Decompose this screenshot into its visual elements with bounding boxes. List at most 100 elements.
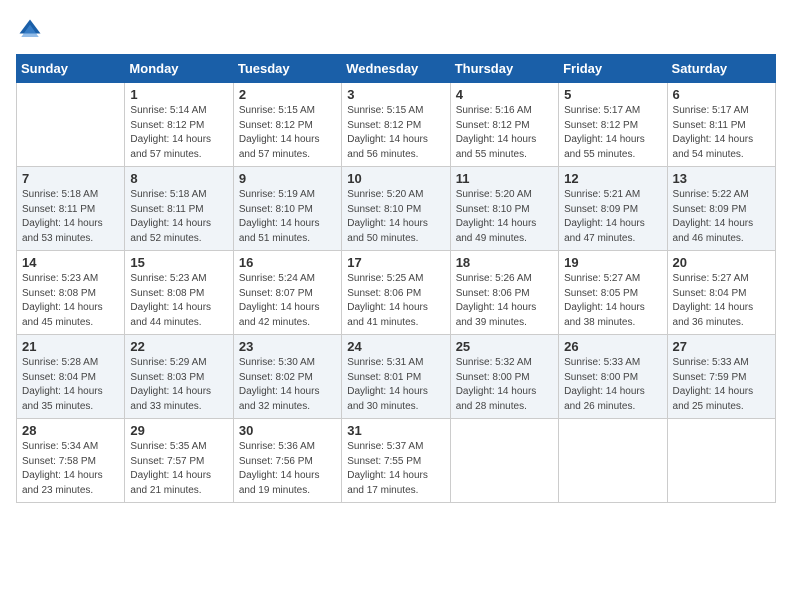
day-info: Sunrise: 5:20 AMSunset: 8:10 PMDaylight:… xyxy=(347,188,444,246)
day-number: 16 xyxy=(239,255,336,270)
day-number: 8 xyxy=(130,171,227,186)
calendar-cell: 4 Sunrise: 5:16 AMSunset: 8:12 PMDaylight… xyxy=(450,83,558,167)
day-number: 7 xyxy=(22,171,119,186)
calendar-week-row-2: 7 Sunrise: 5:18 AMSunset: 8:11 PMDaylight… xyxy=(17,167,776,251)
day-number: 21 xyxy=(22,339,119,354)
day-info: Sunrise: 5:25 AMSunset: 8:06 PMDaylight:… xyxy=(347,272,444,330)
calendar-cell: 23 Sunrise: 5:30 AMSunset: 8:02 PMDayligh… xyxy=(233,335,341,419)
day-info: Sunrise: 5:20 AMSunset: 8:10 PMDaylight:… xyxy=(456,188,553,246)
day-info: Sunrise: 5:36 AMSunset: 7:56 PMDaylight:… xyxy=(239,440,336,498)
calendar-cell: 26 Sunrise: 5:33 AMSunset: 8:00 PMDayligh… xyxy=(559,335,667,419)
day-number: 13 xyxy=(673,171,770,186)
day-number: 30 xyxy=(239,423,336,438)
calendar-cell: 1 Sunrise: 5:14 AMSunset: 8:12 PMDaylight… xyxy=(125,83,233,167)
day-info: Sunrise: 5:26 AMSunset: 8:06 PMDaylight:… xyxy=(456,272,553,330)
day-number: 4 xyxy=(456,87,553,102)
weekday-header-saturday: Saturday xyxy=(667,55,775,83)
day-info: Sunrise: 5:31 AMSunset: 8:01 PMDaylight:… xyxy=(347,356,444,414)
day-info: Sunrise: 5:33 AMSunset: 8:00 PMDaylight:… xyxy=(564,356,661,414)
day-number: 10 xyxy=(347,171,444,186)
calendar-cell: 30 Sunrise: 5:36 AMSunset: 7:56 PMDayligh… xyxy=(233,419,341,503)
day-info: Sunrise: 5:15 AMSunset: 8:12 PMDaylight:… xyxy=(239,104,336,162)
calendar-cell: 11 Sunrise: 5:20 AMSunset: 8:10 PMDayligh… xyxy=(450,167,558,251)
day-number: 23 xyxy=(239,339,336,354)
day-number: 31 xyxy=(347,423,444,438)
day-number: 1 xyxy=(130,87,227,102)
calendar-cell: 24 Sunrise: 5:31 AMSunset: 8:01 PMDayligh… xyxy=(342,335,450,419)
day-info: Sunrise: 5:18 AMSunset: 8:11 PMDaylight:… xyxy=(130,188,227,246)
calendar-cell xyxy=(559,419,667,503)
day-info: Sunrise: 5:15 AMSunset: 8:12 PMDaylight:… xyxy=(347,104,444,162)
logo xyxy=(16,16,48,44)
calendar-cell: 17Sunrise: 5:25 AMSunset: 8:06 PMDayligh… xyxy=(342,251,450,335)
calendar-cell: 9 Sunrise: 5:19 AMSunset: 8:10 PMDaylight… xyxy=(233,167,341,251)
calendar-cell: 8 Sunrise: 5:18 AMSunset: 8:11 PMDaylight… xyxy=(125,167,233,251)
day-info: Sunrise: 5:14 AMSunset: 8:12 PMDaylight:… xyxy=(130,104,227,162)
calendar-cell: 25Sunrise: 5:32 AMSunset: 8:00 PMDayligh… xyxy=(450,335,558,419)
day-number: 2 xyxy=(239,87,336,102)
calendar-cell: 5Sunrise: 5:17 AMSunset: 8:12 PMDaylight… xyxy=(559,83,667,167)
day-info: Sunrise: 5:16 AMSunset: 8:12 PMDaylight:… xyxy=(456,104,553,162)
day-number: 29 xyxy=(130,423,227,438)
day-info: Sunrise: 5:18 AMSunset: 8:11 PMDaylight:… xyxy=(22,188,119,246)
calendar-cell xyxy=(450,419,558,503)
calendar-cell: 15Sunrise: 5:23 AMSunset: 8:08 PMDayligh… xyxy=(125,251,233,335)
calendar-week-row-5: 28 Sunrise: 5:34 AMSunset: 7:58 PMDayligh… xyxy=(17,419,776,503)
day-info: Sunrise: 5:19 AMSunset: 8:10 PMDaylight:… xyxy=(239,188,336,246)
calendar-cell: 18 Sunrise: 5:26 AMSunset: 8:06 PMDayligh… xyxy=(450,251,558,335)
day-number: 19 xyxy=(564,255,661,270)
calendar-cell: 6Sunrise: 5:17 AMSunset: 8:11 PMDaylight… xyxy=(667,83,775,167)
day-number: 20 xyxy=(673,255,770,270)
calendar-cell: 3 Sunrise: 5:15 AMSunset: 8:12 PMDaylight… xyxy=(342,83,450,167)
day-number: 15 xyxy=(130,255,227,270)
weekday-header-monday: Monday xyxy=(125,55,233,83)
calendar-cell: 10 Sunrise: 5:20 AMSunset: 8:10 PMDayligh… xyxy=(342,167,450,251)
calendar-cell xyxy=(17,83,125,167)
day-info: Sunrise: 5:28 AMSunset: 8:04 PMDaylight:… xyxy=(22,356,119,414)
calendar-week-row-1: 1 Sunrise: 5:14 AMSunset: 8:12 PMDaylight… xyxy=(17,83,776,167)
day-info: Sunrise: 5:24 AMSunset: 8:07 PMDaylight:… xyxy=(239,272,336,330)
day-number: 28 xyxy=(22,423,119,438)
calendar-cell: 29 Sunrise: 5:35 AMSunset: 7:57 PMDayligh… xyxy=(125,419,233,503)
calendar-cell: 27Sunrise: 5:33 AMSunset: 7:59 PMDayligh… xyxy=(667,335,775,419)
calendar-table: SundayMondayTuesdayWednesdayThursdayFrid… xyxy=(16,54,776,503)
day-info: Sunrise: 5:21 AMSunset: 8:09 PMDaylight:… xyxy=(564,188,661,246)
day-number: 24 xyxy=(347,339,444,354)
calendar-header-row: SundayMondayTuesdayWednesdayThursdayFrid… xyxy=(17,55,776,83)
day-info: Sunrise: 5:34 AMSunset: 7:58 PMDaylight:… xyxy=(22,440,119,498)
calendar-week-row-4: 21 Sunrise: 5:28 AMSunset: 8:04 PMDayligh… xyxy=(17,335,776,419)
weekday-header-wednesday: Wednesday xyxy=(342,55,450,83)
day-number: 14 xyxy=(22,255,119,270)
day-number: 11 xyxy=(456,171,553,186)
day-number: 18 xyxy=(456,255,553,270)
calendar-cell: 28 Sunrise: 5:34 AMSunset: 7:58 PMDayligh… xyxy=(17,419,125,503)
day-info: Sunrise: 5:29 AMSunset: 8:03 PMDaylight:… xyxy=(130,356,227,414)
calendar-cell: 31 Sunrise: 5:37 AMSunset: 7:55 PMDayligh… xyxy=(342,419,450,503)
calendar-cell: 21 Sunrise: 5:28 AMSunset: 8:04 PMDayligh… xyxy=(17,335,125,419)
day-info: Sunrise: 5:17 AMSunset: 8:12 PMDaylight:… xyxy=(564,104,661,162)
day-number: 9 xyxy=(239,171,336,186)
weekday-header-tuesday: Tuesday xyxy=(233,55,341,83)
day-info: Sunrise: 5:27 AMSunset: 8:05 PMDaylight:… xyxy=(564,272,661,330)
calendar-week-row-3: 14 Sunrise: 5:23 AMSunset: 8:08 PMDayligh… xyxy=(17,251,776,335)
day-info: Sunrise: 5:23 AMSunset: 8:08 PMDaylight:… xyxy=(22,272,119,330)
calendar-cell: 12 Sunrise: 5:21 AMSunset: 8:09 PMDayligh… xyxy=(559,167,667,251)
day-info: Sunrise: 5:30 AMSunset: 8:02 PMDaylight:… xyxy=(239,356,336,414)
weekday-header-friday: Friday xyxy=(559,55,667,83)
calendar-cell: 2 Sunrise: 5:15 AMSunset: 8:12 PMDaylight… xyxy=(233,83,341,167)
weekday-header-sunday: Sunday xyxy=(17,55,125,83)
calendar-cell: 20Sunrise: 5:27 AMSunset: 8:04 PMDayligh… xyxy=(667,251,775,335)
day-info: Sunrise: 5:22 AMSunset: 8:09 PMDaylight:… xyxy=(673,188,770,246)
day-number: 12 xyxy=(564,171,661,186)
calendar-cell: 7 Sunrise: 5:18 AMSunset: 8:11 PMDaylight… xyxy=(17,167,125,251)
calendar-cell xyxy=(667,419,775,503)
page-header xyxy=(16,16,776,44)
calendar-cell: 16 Sunrise: 5:24 AMSunset: 8:07 PMDayligh… xyxy=(233,251,341,335)
day-number: 3 xyxy=(347,87,444,102)
day-info: Sunrise: 5:35 AMSunset: 7:57 PMDaylight:… xyxy=(130,440,227,498)
day-info: Sunrise: 5:17 AMSunset: 8:11 PMDaylight:… xyxy=(673,104,770,162)
day-info: Sunrise: 5:37 AMSunset: 7:55 PMDaylight:… xyxy=(347,440,444,498)
day-info: Sunrise: 5:33 AMSunset: 7:59 PMDaylight:… xyxy=(673,356,770,414)
day-number: 26 xyxy=(564,339,661,354)
day-number: 25 xyxy=(456,339,553,354)
